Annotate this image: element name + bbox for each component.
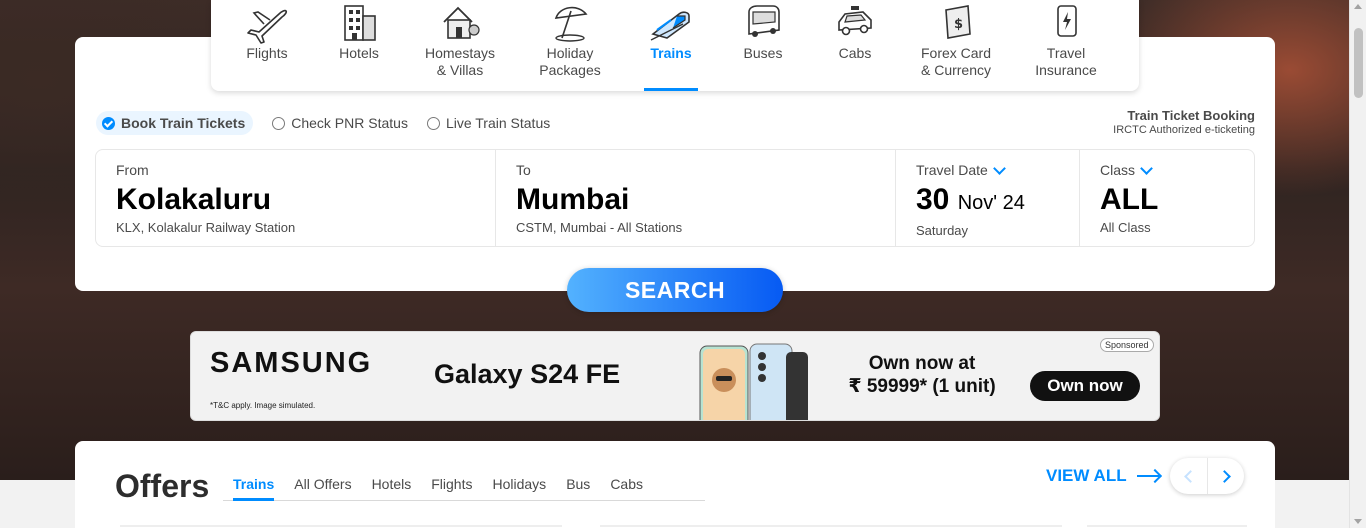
offers-tab-cabs[interactable]: Cabs: [600, 472, 653, 500]
scrollbar-thumb[interactable]: [1354, 28, 1363, 98]
to-station: CSTM, Mumbai - All Stations: [516, 220, 683, 235]
chevron-down-icon: [992, 161, 1006, 175]
radio-checked-icon: [102, 116, 115, 130]
nav-label: Homestays & Villas: [424, 45, 496, 78]
train-ticket-booking-info: Train Ticket Booking IRCTC Authorized e-…: [1113, 108, 1255, 136]
class-sub: All Class: [1100, 220, 1151, 235]
radio-unchecked-icon: [426, 116, 440, 130]
offer-card-edge: [600, 525, 1062, 527]
house-icon: [443, 6, 480, 39]
class-label: Class: [1100, 161, 1234, 178]
nav-item-trains[interactable]: Trains: [625, 0, 717, 91]
from-city: Kolakaluru: [116, 183, 272, 216]
ad-offer: Own now at ₹ 59999* (1 unit): [842, 352, 1002, 398]
to-city: Mumbai: [516, 183, 630, 216]
nav-label: Buses: [743, 45, 783, 61]
bus-icon: [748, 5, 780, 37]
ad-product: Galaxy S24 FE: [434, 359, 621, 389]
offers-next-button[interactable]: [1207, 458, 1244, 494]
nav-item-homestays[interactable]: Homestays & Villas: [405, 0, 515, 91]
chevron-down-icon: [1140, 161, 1153, 175]
offers-tab-bus[interactable]: Bus: [556, 472, 600, 500]
airplane-icon: [247, 9, 288, 44]
travel-weekday: Saturday: [916, 223, 969, 238]
scroll-down-icon[interactable]: [1354, 519, 1362, 524]
beach-umbrella-icon: [554, 6, 588, 42]
from-field[interactable]: From Kolakaluru KLX, Kolakalur Railway S…: [96, 150, 496, 246]
nav-item-cabs[interactable]: Cabs: [809, 0, 901, 91]
nav-label: Travel Insurance: [1035, 45, 1097, 78]
class-field[interactable]: Class ALL All Class: [1080, 150, 1254, 246]
ad-banner[interactable]: SAMSUNG *T&C apply. Image simulated. Gal…: [190, 331, 1160, 421]
date-month-year: Nov' 24: [957, 192, 1025, 214]
radio-live-train-status[interactable]: Live Train Status: [426, 111, 551, 135]
to-field[interactable]: To Mumbai CSTM, Mumbai - All Stations: [496, 150, 896, 246]
booking-type-options: Book Train Tickets Check PNR Status Live…: [96, 111, 569, 135]
nav-label: Hotels: [339, 45, 379, 61]
radio-check-pnr-status[interactable]: Check PNR Status: [272, 111, 408, 135]
offers-title: Offers: [115, 468, 210, 504]
page-scrollbar[interactable]: [1349, 0, 1366, 528]
currency-symbol: $: [954, 17, 963, 32]
hotel-building-icon: [344, 5, 376, 41]
travel-date-value: 30 Nov' 24: [916, 182, 1059, 221]
chevron-left-icon: [1184, 469, 1197, 483]
nav-item-travel-insurance[interactable]: Travel Insurance: [1011, 0, 1121, 91]
nav-label: Cabs: [838, 45, 872, 61]
radio-label: Live Train Status: [445, 115, 551, 131]
nav-label: Flights: [246, 45, 288, 61]
from-label: From: [116, 162, 149, 178]
radio-label: Book Train Tickets: [121, 115, 246, 131]
product-nav: Flights Hotels Homestays & Villas Holiday…: [211, 0, 1139, 91]
phone-image: [699, 343, 808, 420]
ad-own-now-button[interactable]: Own now: [1030, 371, 1140, 401]
forex-card-icon: $: [945, 5, 971, 39]
offers-tab-hotels[interactable]: Hotels: [362, 472, 422, 500]
radio-label: Check PNR Status: [291, 115, 408, 131]
to-label: To: [516, 162, 531, 178]
arrow-right-icon: [1136, 475, 1159, 477]
ad-offer-line2: ₹ 59999* (1 unit): [848, 376, 996, 397]
offer-card-edge: [1087, 525, 1247, 527]
travel-date-label: Travel Date: [916, 161, 1059, 178]
offers-tab-all-offers[interactable]: All Offers: [284, 472, 361, 500]
offers-tabs: Trains All Offers Hotels Flights Holiday…: [223, 472, 705, 501]
search-button[interactable]: SEARCH: [567, 268, 783, 312]
nav-item-hotels[interactable]: Hotels: [313, 0, 405, 91]
view-all-link[interactable]: VIEW ALL: [1046, 466, 1159, 486]
radio-book-train-tickets[interactable]: Book Train Tickets: [96, 111, 254, 135]
offers-tab-holidays[interactable]: Holidays: [482, 472, 556, 500]
date-day: 30: [916, 183, 950, 216]
sponsored-badge: Sponsored: [1100, 338, 1154, 352]
offers-prev-button[interactable]: [1170, 458, 1207, 494]
nav-label: Trains: [650, 45, 692, 61]
ad-brand: SAMSUNG: [210, 347, 373, 379]
ad-disclaimer: *T&C apply. Image simulated.: [210, 401, 316, 410]
offer-card-edge: [120, 525, 562, 527]
ttb-title: Train Ticket Booking: [1127, 108, 1255, 123]
ad-offer-line1: Own now at: [868, 353, 976, 374]
radio-unchecked-icon: [272, 116, 286, 130]
nav-label: Holiday Packages: [539, 45, 601, 78]
insurance-icon: [1057, 5, 1077, 37]
scroll-up-icon[interactable]: [1354, 4, 1362, 9]
ttb-subtitle: IRCTC Authorized e-ticketing: [1113, 124, 1255, 136]
offers-section: Offers Trains All Offers Hotels Flights …: [75, 441, 1275, 528]
class-value: ALL: [1100, 183, 1159, 216]
travel-date-field[interactable]: Travel Date 30 Nov' 24 Saturday: [896, 150, 1080, 246]
nav-item-flights[interactable]: Flights: [221, 0, 313, 91]
nav-label: Forex Card & Currency: [920, 45, 992, 78]
offers-pager: [1170, 458, 1244, 494]
nav-item-buses[interactable]: Buses: [717, 0, 809, 91]
chevron-right-icon: [1217, 469, 1231, 483]
car-icon: [838, 6, 872, 36]
train-icon: [650, 11, 690, 41]
from-station: KLX, Kolakalur Railway Station: [116, 220, 296, 235]
offers-tab-flights[interactable]: Flights: [421, 472, 482, 500]
nav-item-holiday-packages[interactable]: Holiday Packages: [515, 0, 625, 91]
nav-item-forex[interactable]: $ Forex Card & Currency: [901, 0, 1011, 91]
view-all-label: VIEW ALL: [1046, 466, 1127, 485]
offers-tab-trains[interactable]: Trains: [223, 472, 284, 501]
search-fields: From Kolakaluru KLX, Kolakalur Railway S…: [95, 149, 1255, 247]
